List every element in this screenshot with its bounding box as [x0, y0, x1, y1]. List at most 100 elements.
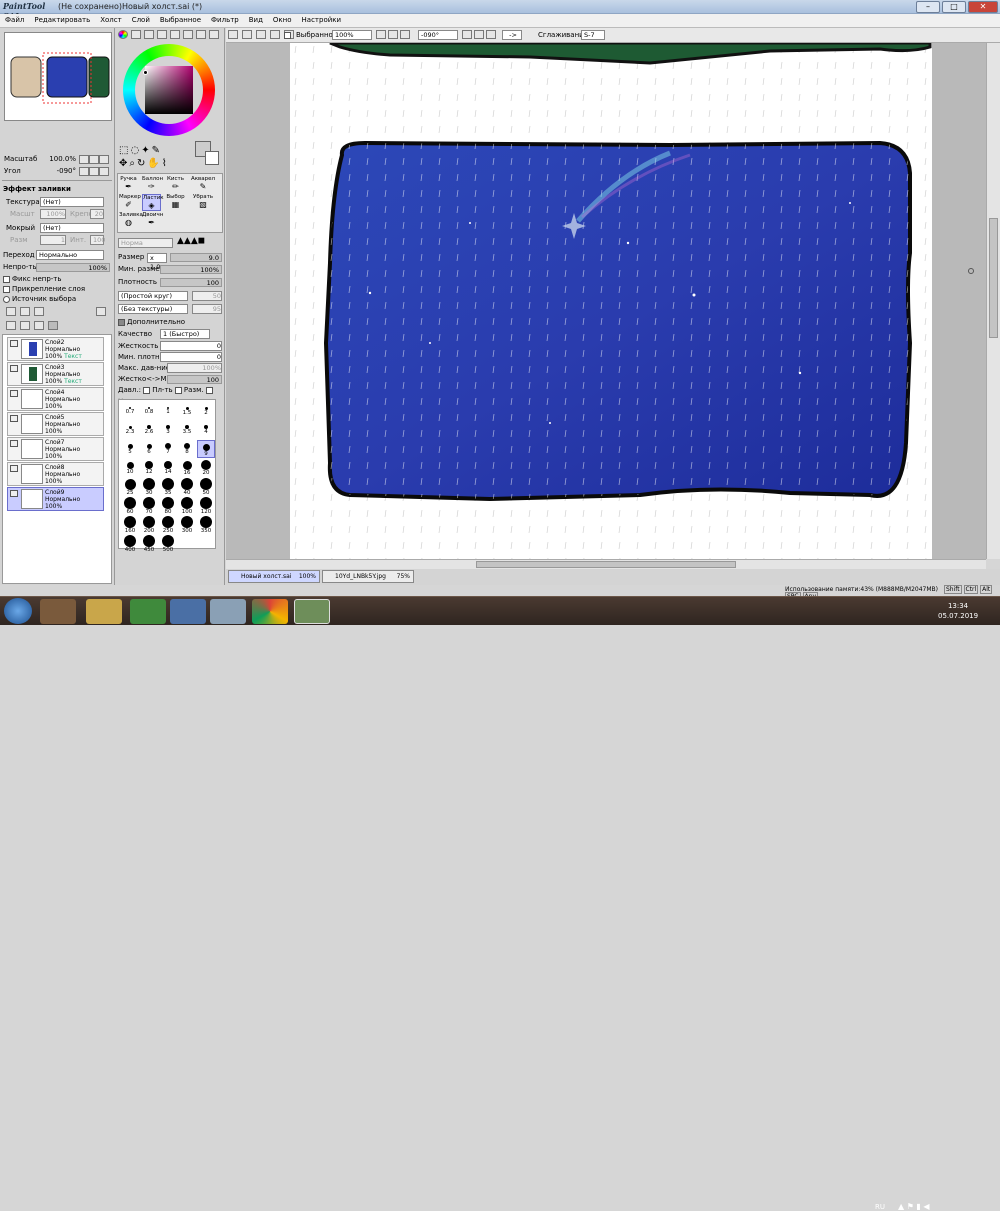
angle-value[interactable]: -090° [44, 166, 76, 177]
brush-texture-select[interactable]: (Без текстуры) [118, 304, 188, 314]
pressure-density-checkbox[interactable] [143, 386, 151, 394]
wet-intensity-field[interactable]: 100 [90, 235, 105, 245]
flip-button[interactable]: -> [502, 30, 522, 40]
tool-watercolor[interactable]: Акварел ✎ [190, 176, 216, 191]
brush-size-preset[interactable]: 1.5 [178, 402, 196, 420]
pressure-color-checkbox[interactable] [205, 386, 213, 394]
tool-marker[interactable]: Маркер ✐ [119, 194, 141, 209]
advanced-toggle[interactable]: Дополнительно [118, 317, 185, 328]
brush-size-preset[interactable]: 3 [159, 421, 177, 439]
start-button[interactable] [4, 598, 32, 624]
new-layer-icon[interactable] [6, 307, 16, 316]
app-taskbar-icon[interactable] [210, 599, 246, 624]
eye-icon[interactable] [10, 390, 18, 397]
tray-icons[interactable]: ▲ ⚑ ▮ ◀ [898, 1202, 930, 1211]
brush-size-preset[interactable]: 12 [140, 459, 158, 477]
menu-filter[interactable]: Фильтр [206, 14, 244, 24]
color-wheel-tab-icon[interactable] [118, 30, 128, 39]
settings-tab-icon[interactable] [209, 30, 219, 39]
rotation-select[interactable]: -090° [418, 30, 458, 40]
brush-size-preset[interactable]: 3.5 [178, 421, 196, 439]
layer-item[interactable]: Слой4 Нормально 100% [7, 387, 104, 411]
chrome-taskbar-icon[interactable] [252, 599, 288, 624]
select-rect-icon[interactable]: ⬚ [119, 145, 130, 156]
trash-icon[interactable] [48, 321, 58, 330]
transfer-down-icon[interactable] [6, 321, 16, 330]
zoom-select[interactable]: 100% [332, 30, 372, 40]
eye-icon[interactable] [10, 440, 18, 447]
brush-size-preset[interactable]: 6 [140, 440, 158, 458]
scratchpad-tab-icon[interactable] [183, 30, 193, 39]
brush-shape-value[interactable]: 50 [192, 291, 222, 301]
eye-icon[interactable] [10, 490, 18, 497]
brush-size-preset[interactable]: 450 [140, 535, 158, 553]
tool-airbrush[interactable]: Баллон ✑ [142, 176, 163, 191]
menu-edit[interactable]: Редактировать [29, 14, 95, 24]
brush-shape-icons[interactable]: ▲▲▲◼ [177, 237, 221, 247]
rotate-reset-icon[interactable] [486, 30, 496, 39]
close-button[interactable]: ✕ [968, 1, 998, 13]
brush-size-preset[interactable]: 10 [121, 459, 139, 477]
maximize-button[interactable]: □ [942, 1, 966, 13]
brush-size-preset[interactable]: 9 [197, 440, 215, 458]
brush-size-preset[interactable]: 4 [197, 421, 215, 439]
hsv-slider-tab-icon[interactable] [144, 30, 154, 39]
menu-selection[interactable]: Выбранное [155, 14, 206, 24]
brush-size-preset[interactable]: 35 [159, 478, 177, 496]
rotation-handle-icon[interactable] [968, 268, 974, 274]
canvas-area[interactable] [226, 41, 986, 559]
texture-scale-field[interactable]: 100% [40, 209, 66, 219]
magic-wand-icon[interactable]: ✦ [141, 145, 151, 156]
hard-soft-slider[interactable]: 100 [167, 375, 222, 384]
rgb-slider-tab-icon[interactable] [131, 30, 141, 39]
zoom-in-icon[interactable] [388, 30, 398, 39]
selection-source-checkbox[interactable]: Источник выбора [3, 294, 76, 305]
brush-texture-value[interactable]: 95 [192, 304, 222, 314]
smoothing-select[interactable]: S-7 [581, 30, 605, 40]
brush-size-preset[interactable]: 30 [140, 478, 158, 496]
rotate-right-button[interactable] [89, 167, 99, 176]
wet-size-field[interactable]: 1 [40, 235, 66, 245]
menu-settings[interactable]: Настройки [297, 14, 347, 24]
eye-icon[interactable] [10, 415, 18, 422]
menu-canvas[interactable]: Холст [95, 14, 126, 24]
hardness-field[interactable]: 0 [160, 341, 222, 351]
hand-icon[interactable]: ✋ [147, 158, 161, 169]
paint-tool-sai-taskbar-icon[interactable] [294, 599, 330, 624]
brush-size-preset[interactable]: 16 [178, 459, 196, 477]
menu-window[interactable]: Окно [268, 14, 297, 24]
swatch-list-tab-icon[interactable] [196, 30, 206, 39]
selection-pen-icon[interactable]: ✎ [152, 145, 162, 156]
horizontal-scroll-thumb[interactable] [476, 561, 736, 568]
speaker-taskbar-icon[interactable] [170, 599, 206, 624]
layer-item-selected[interactable]: Слой9 Нормально 100% [7, 487, 104, 511]
brush-size-preset[interactable]: 5 [121, 440, 139, 458]
density-slider[interactable]: 100 [160, 278, 222, 287]
zoom-fit-icon[interactable] [400, 30, 410, 39]
layer-item[interactable]: Слой2 Нормально 100% Текст [7, 337, 104, 361]
explorer-taskbar-icon[interactable] [86, 599, 122, 624]
color-picker-cursor[interactable] [143, 70, 148, 75]
brush-size-preset[interactable]: 40 [178, 478, 196, 496]
layer-item[interactable]: Слой7 Нормально 100% [7, 437, 104, 461]
new-folder-icon[interactable] [34, 307, 44, 316]
size-slider[interactable]: 9.0 [170, 253, 222, 262]
quality-select[interactable]: 1 (Быстро) [160, 329, 210, 339]
texture-strength-field[interactable]: 20 [90, 209, 104, 219]
move-icon[interactable]: ✥ [119, 158, 129, 169]
brush-shape-select[interactable]: (Простой круг) [118, 291, 188, 301]
palette-tab-icon[interactable] [157, 30, 167, 39]
brush-size-preset[interactable]: 160 [121, 516, 139, 534]
vertical-scrollbar[interactable] [986, 43, 1000, 559]
blend-mode-select[interactable]: Нормально [36, 250, 104, 260]
brush-size-preset[interactable]: 20 [197, 459, 215, 477]
tab-reference-image[interactable]: 10Yd_LNBk5Y.jpg 75% [322, 570, 414, 583]
hue-wheel[interactable] [123, 44, 215, 136]
pressure-size-checkbox[interactable] [174, 386, 182, 394]
min-size-slider[interactable]: 100% [160, 265, 222, 274]
language-indicator[interactable]: RU [875, 1203, 885, 1211]
brush-size-preset[interactable]: 200 [140, 516, 158, 534]
navigator-preview[interactable] [4, 32, 112, 121]
swatches-tab-icon[interactable] [170, 30, 180, 39]
horizontal-scrollbar[interactable] [226, 559, 986, 569]
